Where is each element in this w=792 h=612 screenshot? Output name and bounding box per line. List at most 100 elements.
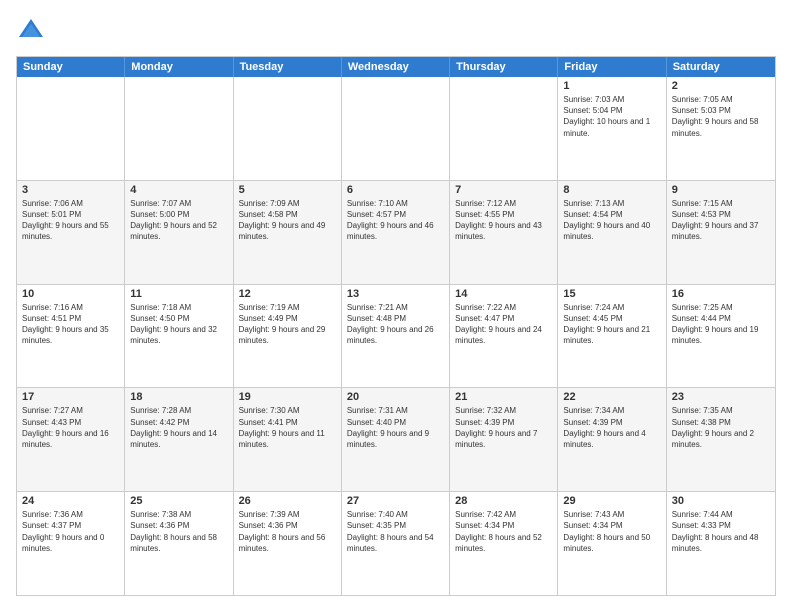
day-number: 13 [347, 288, 444, 300]
day-number: 3 [22, 184, 119, 196]
day-info: Sunrise: 7:15 AM Sunset: 4:53 PM Dayligh… [672, 198, 770, 243]
calendar-cell: 3 Sunrise: 7:06 AM Sunset: 5:01 PM Daylig… [17, 181, 125, 284]
calendar-cell: 10 Sunrise: 7:16 AM Sunset: 4:51 PM Dayli… [17, 285, 125, 388]
day-info: Sunrise: 7:44 AM Sunset: 4:33 PM Dayligh… [672, 509, 770, 554]
calendar-cell [342, 77, 450, 180]
weekday-header: Saturday [667, 57, 775, 77]
day-info: Sunrise: 7:36 AM Sunset: 4:37 PM Dayligh… [22, 509, 119, 554]
calendar-cell: 7 Sunrise: 7:12 AM Sunset: 4:55 PM Daylig… [450, 181, 558, 284]
calendar-cell: 22Sunrise: 7:34 AM Sunset: 4:39 PM Dayli… [558, 388, 666, 491]
calendar-cell [17, 77, 125, 180]
day-info: Sunrise: 7:31 AM Sunset: 4:40 PM Dayligh… [347, 405, 444, 450]
day-number: 8 [563, 184, 660, 196]
calendar-cell: 15 Sunrise: 7:24 AM Sunset: 4:45 PM Dayli… [558, 285, 666, 388]
calendar-cell: 9 Sunrise: 7:15 AM Sunset: 4:53 PM Daylig… [667, 181, 775, 284]
day-info: Sunrise: 7:22 AM Sunset: 4:47 PM Dayligh… [455, 302, 552, 347]
calendar-cell [234, 77, 342, 180]
calendar-cell: 5 Sunrise: 7:09 AM Sunset: 4:58 PM Daylig… [234, 181, 342, 284]
day-number: 16 [672, 288, 770, 300]
day-info: Sunrise: 7:13 AM Sunset: 4:54 PM Dayligh… [563, 198, 660, 243]
calendar-cell: 21Sunrise: 7:32 AM Sunset: 4:39 PM Dayli… [450, 388, 558, 491]
day-number: 25 [130, 495, 227, 507]
weekday-header: Thursday [450, 57, 558, 77]
day-number: 22 [563, 391, 660, 403]
weekday-header: Monday [125, 57, 233, 77]
day-number: 15 [563, 288, 660, 300]
calendar-cell: 25 Sunrise: 7:38 AM Sunset: 4:36 PM Dayli… [125, 492, 233, 595]
day-info: Sunrise: 7:09 AM Sunset: 4:58 PM Dayligh… [239, 198, 336, 243]
day-info: Sunrise: 7:03 AM Sunset: 5:04 PM Dayligh… [563, 94, 660, 139]
day-number: 7 [455, 184, 552, 196]
calendar-cell: 27 Sunrise: 7:40 AM Sunset: 4:35 PM Dayli… [342, 492, 450, 595]
day-info: Sunrise: 7:21 AM Sunset: 4:48 PM Dayligh… [347, 302, 444, 347]
calendar-cell: 18 Sunrise: 7:28 AM Sunset: 4:42 PM Dayli… [125, 388, 233, 491]
day-info: Sunrise: 7:27 AM Sunset: 4:43 PM Dayligh… [22, 405, 119, 450]
calendar-row: 17 Sunrise: 7:27 AM Sunset: 4:43 PM Dayli… [17, 387, 775, 491]
calendar-cell [125, 77, 233, 180]
day-number: 1 [563, 80, 660, 92]
weekday-header: Sunday [17, 57, 125, 77]
day-number: 10 [22, 288, 119, 300]
day-info: Sunrise: 7:28 AM Sunset: 4:42 PM Dayligh… [130, 405, 227, 450]
day-number: 18 [130, 391, 227, 403]
logo-icon [16, 16, 46, 46]
day-info: Sunrise: 7:24 AM Sunset: 4:45 PM Dayligh… [563, 302, 660, 347]
calendar-row: 24Sunrise: 7:36 AM Sunset: 4:37 PM Dayli… [17, 491, 775, 595]
calendar-cell: 14 Sunrise: 7:22 AM Sunset: 4:47 PM Dayli… [450, 285, 558, 388]
day-number: 26 [239, 495, 336, 507]
calendar-cell: 19 Sunrise: 7:30 AM Sunset: 4:41 PM Dayli… [234, 388, 342, 491]
calendar-cell: 29 Sunrise: 7:43 AM Sunset: 4:34 PM Dayli… [558, 492, 666, 595]
day-number: 30 [672, 495, 770, 507]
calendar-cell: 23 Sunrise: 7:35 AM Sunset: 4:38 PM Dayli… [667, 388, 775, 491]
day-info: Sunrise: 7:40 AM Sunset: 4:35 PM Dayligh… [347, 509, 444, 554]
day-number: 23 [672, 391, 770, 403]
day-number: 5 [239, 184, 336, 196]
weekday-header: Wednesday [342, 57, 450, 77]
day-info: Sunrise: 7:38 AM Sunset: 4:36 PM Dayligh… [130, 509, 227, 554]
day-number: 21 [455, 391, 552, 403]
calendar-cell: 4 Sunrise: 7:07 AM Sunset: 5:00 PM Daylig… [125, 181, 233, 284]
day-number: 29 [563, 495, 660, 507]
calendar-cell: 30 Sunrise: 7:44 AM Sunset: 4:33 PM Dayli… [667, 492, 775, 595]
day-info: Sunrise: 7:05 AM Sunset: 5:03 PM Dayligh… [672, 94, 770, 139]
weekday-header: Tuesday [234, 57, 342, 77]
day-number: 28 [455, 495, 552, 507]
page: SundayMondayTuesdayWednesdayThursdayFrid… [0, 0, 792, 612]
day-number: 20 [347, 391, 444, 403]
calendar-cell: 17 Sunrise: 7:27 AM Sunset: 4:43 PM Dayli… [17, 388, 125, 491]
day-number: 2 [672, 80, 770, 92]
weekday-header: Friday [558, 57, 666, 77]
calendar-cell: 26 Sunrise: 7:39 AM Sunset: 4:36 PM Dayli… [234, 492, 342, 595]
day-info: Sunrise: 7:35 AM Sunset: 4:38 PM Dayligh… [672, 405, 770, 450]
day-info: Sunrise: 7:19 AM Sunset: 4:49 PM Dayligh… [239, 302, 336, 347]
day-number: 27 [347, 495, 444, 507]
calendar: SundayMondayTuesdayWednesdayThursdayFrid… [16, 56, 776, 596]
day-number: 17 [22, 391, 119, 403]
calendar-cell: 28Sunrise: 7:42 AM Sunset: 4:34 PM Dayli… [450, 492, 558, 595]
calendar-cell: 20 Sunrise: 7:31 AM Sunset: 4:40 PM Dayli… [342, 388, 450, 491]
calendar-cell: 13 Sunrise: 7:21 AM Sunset: 4:48 PM Dayli… [342, 285, 450, 388]
day-number: 9 [672, 184, 770, 196]
calendar-cell [450, 77, 558, 180]
logo [16, 16, 50, 46]
calendar-cell: 11Sunrise: 7:18 AM Sunset: 4:50 PM Dayli… [125, 285, 233, 388]
day-info: Sunrise: 7:12 AM Sunset: 4:55 PM Dayligh… [455, 198, 552, 243]
day-info: Sunrise: 7:07 AM Sunset: 5:00 PM Dayligh… [130, 198, 227, 243]
calendar-row: 1 Sunrise: 7:03 AM Sunset: 5:04 PM Daylig… [17, 77, 775, 180]
calendar-cell: 12Sunrise: 7:19 AM Sunset: 4:49 PM Dayli… [234, 285, 342, 388]
day-info: Sunrise: 7:39 AM Sunset: 4:36 PM Dayligh… [239, 509, 336, 554]
calendar-cell: 1 Sunrise: 7:03 AM Sunset: 5:04 PM Daylig… [558, 77, 666, 180]
day-info: Sunrise: 7:16 AM Sunset: 4:51 PM Dayligh… [22, 302, 119, 347]
day-number: 4 [130, 184, 227, 196]
day-info: Sunrise: 7:30 AM Sunset: 4:41 PM Dayligh… [239, 405, 336, 450]
calendar-cell: 8 Sunrise: 7:13 AM Sunset: 4:54 PM Daylig… [558, 181, 666, 284]
day-number: 19 [239, 391, 336, 403]
calendar-header: SundayMondayTuesdayWednesdayThursdayFrid… [17, 57, 775, 77]
calendar-cell: 2 Sunrise: 7:05 AM Sunset: 5:03 PM Daylig… [667, 77, 775, 180]
day-number: 14 [455, 288, 552, 300]
calendar-row: 10 Sunrise: 7:16 AM Sunset: 4:51 PM Dayli… [17, 284, 775, 388]
header [16, 16, 776, 46]
calendar-row: 3 Sunrise: 7:06 AM Sunset: 5:01 PM Daylig… [17, 180, 775, 284]
day-info: Sunrise: 7:43 AM Sunset: 4:34 PM Dayligh… [563, 509, 660, 554]
day-info: Sunrise: 7:06 AM Sunset: 5:01 PM Dayligh… [22, 198, 119, 243]
